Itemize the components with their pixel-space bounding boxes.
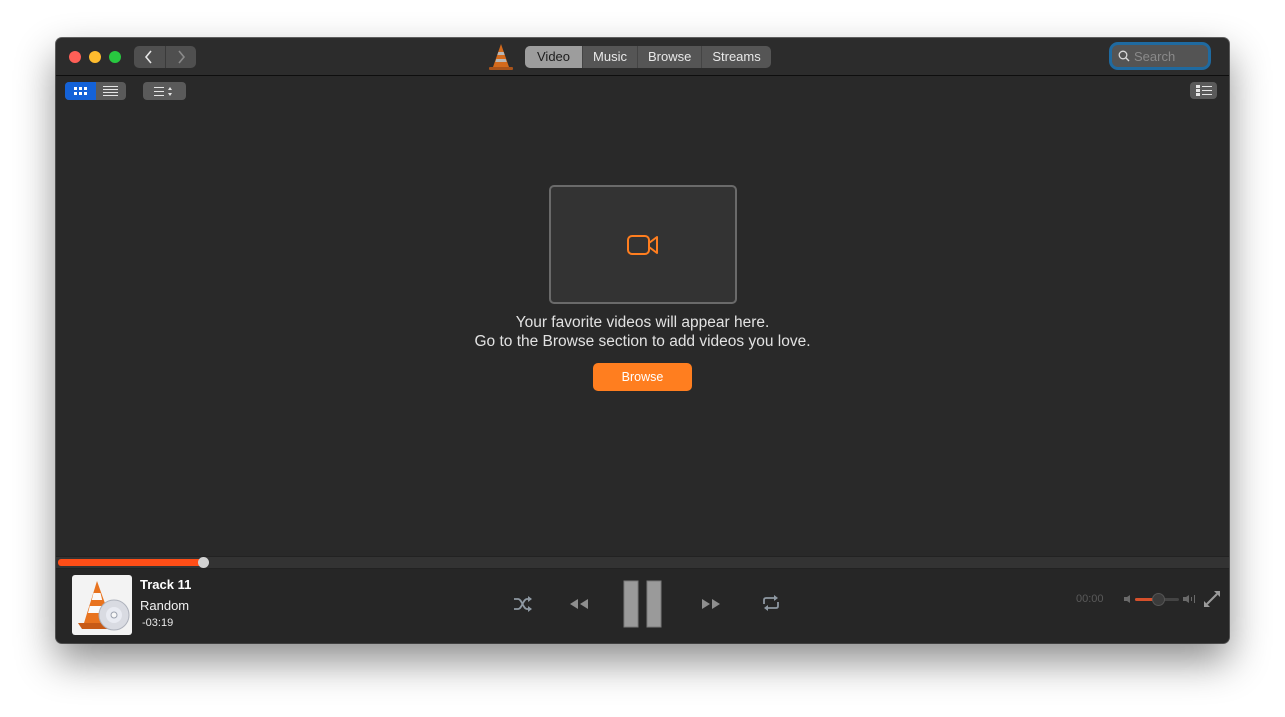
progress-fill: [58, 559, 203, 566]
video-camera-icon: [627, 234, 658, 255]
details-list-icon: [1195, 85, 1212, 96]
toggle-details-button[interactable]: [1190, 82, 1217, 99]
navigation-buttons: [134, 46, 196, 68]
forward-button[interactable]: [164, 46, 197, 68]
empty-state-message: Your favorite videos will appear here. G…: [56, 313, 1229, 351]
vlc-window: Video Music Browse Streams Search Your f…: [56, 38, 1229, 643]
playback-progress-bar[interactable]: [56, 556, 1229, 569]
pause-button[interactable]: [623, 580, 663, 628]
shuffle-icon: [514, 596, 532, 612]
search-input[interactable]: [1134, 48, 1204, 64]
repeat-icon: [763, 595, 779, 611]
maximize-window-button[interactable]: [109, 51, 121, 63]
volume-slider[interactable]: [1135, 593, 1179, 606]
fast-forward-button[interactable]: [700, 598, 722, 610]
tab-video[interactable]: Video: [525, 46, 583, 68]
sort-menu-button[interactable]: [143, 82, 186, 100]
sort-icon: [153, 86, 172, 96]
repeat-button[interactable]: [761, 594, 781, 612]
shuffle-button[interactable]: [512, 595, 534, 613]
fast-forward-icon: [702, 599, 720, 609]
rewind-button[interactable]: [568, 598, 590, 610]
tab-streams[interactable]: Streams: [701, 46, 770, 68]
rewind-icon: [570, 599, 588, 609]
track-title: Track 11: [140, 577, 192, 592]
back-button[interactable]: [134, 46, 165, 68]
grid-view-button[interactable]: [65, 82, 96, 100]
search-icon: [1118, 50, 1130, 62]
max-volume-button[interactable]: [1183, 594, 1196, 604]
search-field[interactable]: [1112, 45, 1208, 67]
view-mode-toggle: [65, 82, 126, 100]
chevron-left-icon: [145, 50, 152, 64]
close-window-button[interactable]: [69, 51, 81, 63]
volume-slider-handle[interactable]: [1152, 593, 1165, 606]
mute-button[interactable]: [1123, 594, 1131, 604]
grid-icon: [73, 86, 87, 95]
progress-scrubber-handle[interactable]: [198, 557, 209, 568]
elapsed-time: 00:00: [1076, 593, 1104, 605]
browse-button[interactable]: Browse: [593, 363, 692, 391]
album-artwork[interactable]: [72, 575, 132, 635]
pause-icon: [623, 580, 662, 628]
empty-state-line-1: Your favorite videos will appear here.: [515, 314, 770, 331]
empty-state-line-2: Go to the Browse section to add videos y…: [474, 333, 811, 350]
tab-browse[interactable]: Browse: [636, 46, 701, 68]
library-toolbar: [56, 76, 1229, 106]
volume-high-icon: [1183, 595, 1195, 603]
remaining-time[interactable]: -03:19: [142, 617, 173, 629]
vlc-cone-cd-artwork-icon: [78, 581, 130, 631]
chevron-right-icon: [178, 50, 185, 64]
vlc-cone-logo: [489, 44, 513, 70]
fullscreen-button[interactable]: [1204, 591, 1220, 607]
empty-state-placeholder: [549, 185, 737, 304]
list-view-button[interactable]: [96, 82, 127, 100]
title-bar: Video Music Browse Streams: [56, 38, 1229, 76]
minimize-window-button[interactable]: [89, 51, 101, 63]
fullscreen-expand-icon: [1204, 591, 1220, 607]
track-artist: Random: [140, 598, 190, 613]
tab-music[interactable]: Music: [582, 46, 637, 68]
list-icon: [103, 86, 119, 96]
player-bar: Track 11 Random -03:19 00:00: [56, 569, 1229, 643]
section-tabs: Video Music Browse Streams: [525, 46, 771, 68]
volume-low-icon: [1124, 595, 1130, 603]
